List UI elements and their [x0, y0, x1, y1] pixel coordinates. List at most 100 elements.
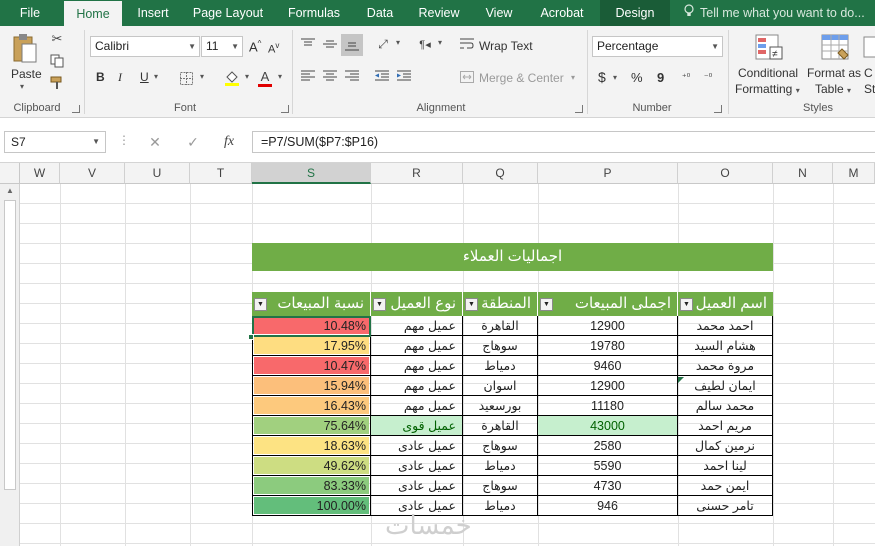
percent-button[interactable]: %: [631, 70, 643, 85]
conditional-formatting-icon[interactable]: ≠: [752, 32, 786, 64]
cell-total-sales[interactable]: 12900: [538, 316, 678, 336]
filter-dropdown-icon[interactable]: ▼: [254, 298, 267, 311]
font-launcher-icon[interactable]: [281, 105, 289, 113]
alignment-launcher-icon[interactable]: [575, 105, 583, 113]
scroll-up-icon[interactable]: ▲: [6, 186, 14, 195]
cell-styles-icon[interactable]: [862, 32, 875, 64]
scrollbar-thumb[interactable]: [4, 200, 16, 490]
filter-dropdown-icon[interactable]: ▼: [465, 298, 478, 311]
format-painter-icon[interactable]: [48, 74, 66, 92]
header-region[interactable]: ▼ المنطقة: [463, 292, 538, 316]
tab-acrobat[interactable]: Acrobat: [530, 0, 594, 26]
cell-total-sales[interactable]: 43000: [538, 416, 678, 436]
text-direction-dropdown-icon[interactable]: ▾: [438, 38, 442, 47]
cell-customer-type[interactable]: عميل قوى: [371, 416, 463, 436]
cell-sales-percentage[interactable]: 15.94%: [252, 376, 371, 396]
cell-sales-percentage[interactable]: 17.95%: [252, 336, 371, 356]
cell-customer-type[interactable]: عميل عادى: [371, 436, 463, 456]
clipboard-launcher-icon[interactable]: [72, 105, 80, 113]
paste-dropdown-icon[interactable]: ▾: [20, 82, 24, 91]
cell-region[interactable]: دمياط: [463, 456, 538, 476]
cut-icon[interactable]: ✂: [48, 30, 66, 48]
cell-customer-name[interactable]: ايمان لطيف: [678, 376, 773, 396]
format-as-table-label-2[interactable]: Table ▾: [815, 82, 851, 96]
cell-sales-percentage[interactable]: 100.00%: [252, 496, 371, 516]
merge-center-icon[interactable]: [458, 68, 476, 86]
cell-total-sales[interactable]: 11180: [538, 396, 678, 416]
cell-total-sales[interactable]: 19780: [538, 336, 678, 356]
header-customer-type[interactable]: ▼ نوع العميل: [371, 292, 463, 316]
fill-color-dropdown-icon[interactable]: ▾: [245, 72, 249, 81]
column-header-s[interactable]: S: [252, 163, 371, 184]
cell-customer-name[interactable]: مروة محمد: [678, 356, 773, 376]
merge-dropdown-icon[interactable]: ▾: [571, 73, 575, 82]
align-center-icon[interactable]: [320, 66, 340, 86]
column-header-m[interactable]: M: [833, 163, 875, 184]
column-header-t[interactable]: T: [190, 163, 252, 184]
select-all-corner[interactable]: [0, 163, 20, 184]
column-header-n[interactable]: N: [773, 163, 833, 184]
cell-customer-name[interactable]: لينا احمد: [678, 456, 773, 476]
insert-function-button[interactable]: fx: [216, 131, 242, 153]
top-align-icon[interactable]: [298, 34, 318, 54]
currency-dropdown-icon[interactable]: ▾: [613, 73, 617, 82]
italic-button[interactable]: I: [118, 70, 122, 85]
number-format-select[interactable]: Percentage ▼: [592, 36, 723, 57]
cell-region[interactable]: سوهاج: [463, 336, 538, 356]
cell-region[interactable]: اسوان: [463, 376, 538, 396]
tab-file[interactable]: File: [8, 0, 52, 26]
grow-font-button[interactable]: A^: [249, 39, 261, 54]
cell-sales-percentage[interactable]: 10.47%: [252, 356, 371, 376]
cell-customer-type[interactable]: عميل مهم: [371, 316, 463, 336]
bottom-align-icon[interactable]: [341, 34, 363, 56]
cell-customer-name[interactable]: نرمين كمال: [678, 436, 773, 456]
paste-icon[interactable]: [10, 32, 40, 66]
wrap-text-icon[interactable]: [458, 35, 476, 53]
cell-total-sales[interactable]: 12900: [538, 376, 678, 396]
increase-decimal-icon[interactable]: ⁺⁰: [676, 68, 696, 86]
cell-customer-type[interactable]: عميل مهم: [371, 376, 463, 396]
borders-dropdown-icon[interactable]: ▾: [200, 72, 204, 81]
cell-customer-name[interactable]: هشام السيد: [678, 336, 773, 356]
tab-design[interactable]: Design: [600, 0, 670, 26]
cell-sales-percentage[interactable]: 49.62%: [252, 456, 371, 476]
cell-customer-name[interactable]: احمد محمد: [678, 316, 773, 336]
cell-region[interactable]: القاهرة: [463, 416, 538, 436]
table-title[interactable]: اجماليات العملاء: [252, 243, 773, 271]
borders-icon[interactable]: [177, 69, 195, 87]
filter-dropdown-icon[interactable]: ▼: [680, 298, 693, 311]
enter-formula-button[interactable]: ✓: [180, 131, 206, 153]
column-header-u[interactable]: U: [125, 163, 190, 184]
column-header-r[interactable]: R: [371, 163, 463, 184]
cell-customer-type[interactable]: عميل مهم: [371, 396, 463, 416]
decrease-indent-icon[interactable]: [372, 66, 392, 86]
error-indicator-icon[interactable]: [678, 377, 684, 383]
cell-sales-percentage[interactable]: 83.33%: [252, 476, 371, 496]
filter-dropdown-icon[interactable]: ▼: [540, 298, 553, 311]
paste-button[interactable]: Paste: [11, 67, 42, 81]
column-header-q[interactable]: Q: [463, 163, 538, 184]
orientation-dropdown-icon[interactable]: ▾: [396, 38, 400, 47]
shrink-font-button[interactable]: Av: [268, 41, 279, 56]
header-customer-name[interactable]: ▼ اسم العميل: [678, 292, 773, 316]
cell-sales-percentage[interactable]: 10.48%: [252, 316, 371, 336]
cell-customer-type[interactable]: عميل مهم: [371, 336, 463, 356]
font-color-dropdown-icon[interactable]: ▾: [278, 72, 282, 81]
bold-button[interactable]: B: [96, 70, 105, 84]
copy-icon[interactable]: [48, 52, 66, 70]
conditional-formatting-label-1[interactable]: Conditional: [738, 66, 798, 80]
column-header-w[interactable]: W: [20, 163, 60, 184]
align-left-icon[interactable]: [298, 66, 318, 86]
tab-view[interactable]: View: [478, 0, 520, 26]
cell-customer-name[interactable]: ايمن حمد: [678, 476, 773, 496]
cell-customer-name[interactable]: مريم احمد: [678, 416, 773, 436]
tab-formulas[interactable]: Formulas: [280, 0, 348, 26]
cell-region[interactable]: دمياط: [463, 496, 538, 516]
orientation-icon[interactable]: ⤢: [372, 34, 394, 54]
cell-region[interactable]: سوهاج: [463, 436, 538, 456]
cell-region[interactable]: بورسعيد: [463, 396, 538, 416]
cell-total-sales[interactable]: 2580: [538, 436, 678, 456]
tab-data[interactable]: Data: [360, 0, 400, 26]
fill-color-icon[interactable]: [222, 67, 242, 89]
filter-dropdown-icon[interactable]: ▼: [373, 298, 386, 311]
